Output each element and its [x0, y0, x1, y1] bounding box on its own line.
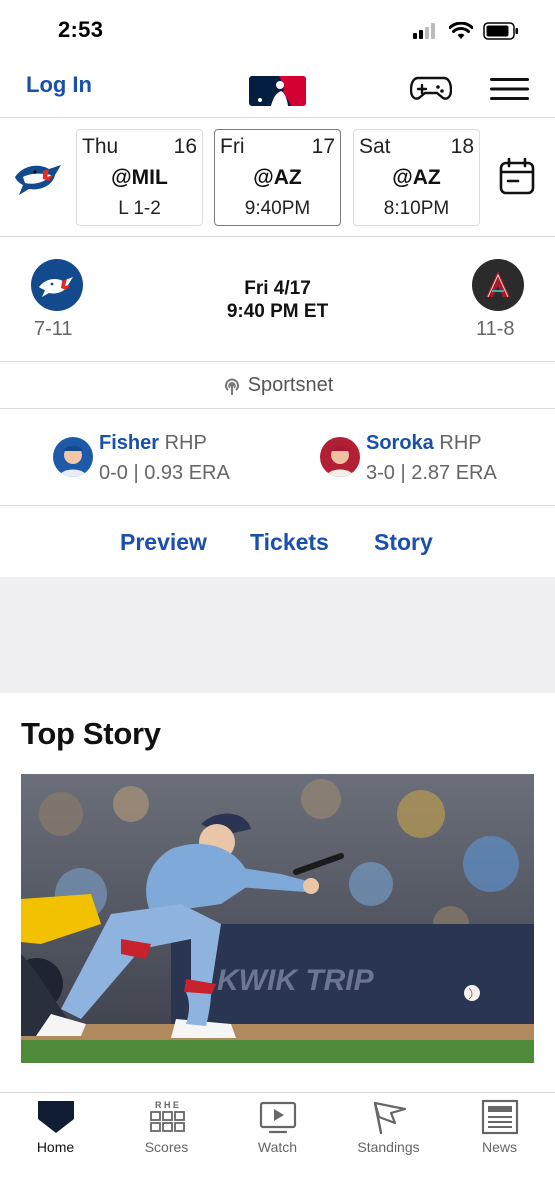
probable-pitchers: Fisher RHP 0-0 | 0.93 ERA Soroka RHP 3-0… — [0, 410, 555, 506]
away-pitcher-name-line: Fisher RHP — [99, 432, 207, 455]
broadcast-network: Sportsnet — [247, 374, 334, 396]
game-links: Preview Tickets Story — [0, 507, 555, 577]
top-story-image[interactable]: KWIK TRIP — [21, 774, 534, 1063]
tab-home[interactable]: Home — [0, 1093, 111, 1173]
story-link[interactable]: Story — [374, 529, 433, 556]
battery-icon — [483, 22, 518, 40]
game-card-sat[interactable]: Sat 18 @AZ 8:10PM — [353, 129, 480, 226]
away-pitcher-avatar[interactable] — [53, 437, 93, 477]
home-team-record: 11-8 — [476, 318, 515, 340]
news-icon — [481, 1099, 519, 1135]
home-pitcher-name[interactable]: Soroka — [366, 432, 434, 454]
diamondbacks-team-logo-icon — [472, 259, 524, 311]
tab-standings[interactable]: Standings — [333, 1093, 444, 1173]
ad-placeholder — [0, 577, 555, 693]
login-link[interactable]: Log In — [26, 72, 92, 98]
wall-ad-text: KWIK TRIP — [217, 964, 375, 997]
tickets-link[interactable]: Tickets — [250, 529, 329, 556]
game-card-thu[interactable]: Thu 16 @MIL L 1-2 — [76, 129, 203, 226]
tab-watch[interactable]: Watch — [222, 1093, 333, 1173]
game-card-day: Thu — [82, 135, 119, 158]
section-title-top-story: Top Story — [21, 716, 161, 751]
mlb-logo-icon[interactable] — [249, 76, 306, 106]
tab-news[interactable]: News — [444, 1093, 555, 1173]
home-pitcher-avatar[interactable] — [320, 437, 360, 477]
broadcast-row: Sportsnet — [0, 363, 555, 409]
tab-label: Watch — [257, 1139, 298, 1155]
game-card-fri[interactable]: Fri 17 @AZ 9:40PM — [214, 129, 341, 226]
watch-play-icon — [259, 1101, 297, 1134]
status-icons — [413, 22, 519, 40]
svg-text:R H E: R H E — [155, 1100, 179, 1110]
game-card-result: 9:40PM — [244, 198, 311, 219]
wifi-icon — [449, 22, 473, 39]
game-card-date: 16 — [173, 135, 197, 158]
status-time: 2:53 — [58, 17, 104, 42]
preview-link[interactable]: Preview — [120, 529, 207, 556]
tab-label: News — [481, 1139, 517, 1155]
game-card-opponent: @AZ — [253, 166, 302, 189]
bottom-tab-bar: Home R H E Scores Watch Standings News — [0, 1092, 555, 1200]
schedule-strip: Thu 16 @MIL L 1-2 Fri 17 @AZ 9:40PM Sat … — [0, 119, 555, 237]
away-pitcher-name[interactable]: Fisher — [99, 432, 159, 454]
game-card-date: 18 — [450, 135, 474, 158]
broadcast-icon — [224, 378, 239, 395]
tab-label: Scores — [144, 1139, 189, 1155]
game-controller-icon[interactable] — [410, 74, 452, 102]
matchup[interactable]: 7-11 Fri 4/17 9:40 PM ET 11-8 — [0, 238, 555, 362]
tab-scores[interactable]: R H E Scores — [111, 1093, 222, 1173]
home-pitcher-position: RHP — [439, 432, 482, 454]
status-bar: 2:53 — [0, 0, 555, 62]
game-card-opponent: @AZ — [392, 166, 441, 189]
menu-icon[interactable] — [490, 76, 529, 102]
calendar-icon[interactable] — [499, 157, 535, 195]
game-card-day: Fri — [220, 135, 245, 158]
home-pitcher-name-line: Soroka RHP — [366, 432, 482, 455]
game-card-opponent: @MIL — [111, 166, 168, 189]
scores-grid-icon: R H E — [150, 1100, 185, 1132]
game-card-day: Sat — [359, 135, 391, 158]
game-card-result: L 1-2 — [118, 198, 161, 219]
home-plate-icon — [38, 1101, 74, 1133]
tab-label: Standings — [357, 1139, 420, 1155]
game-card-result: 8:10PM — [383, 198, 450, 219]
home-pitcher-stats: 3-0 | 2.87 ERA — [366, 462, 497, 484]
blue-jays-logo-icon[interactable] — [13, 155, 63, 197]
signal-icon — [413, 23, 435, 39]
tab-label: Home — [36, 1139, 75, 1155]
away-pitcher-stats: 0-0 | 0.93 ERA — [99, 462, 230, 484]
standings-flag-icon — [373, 1101, 407, 1135]
game-card-date: 17 — [311, 135, 335, 158]
app-header: Log In — [0, 62, 555, 118]
away-pitcher-position: RHP — [164, 432, 207, 454]
